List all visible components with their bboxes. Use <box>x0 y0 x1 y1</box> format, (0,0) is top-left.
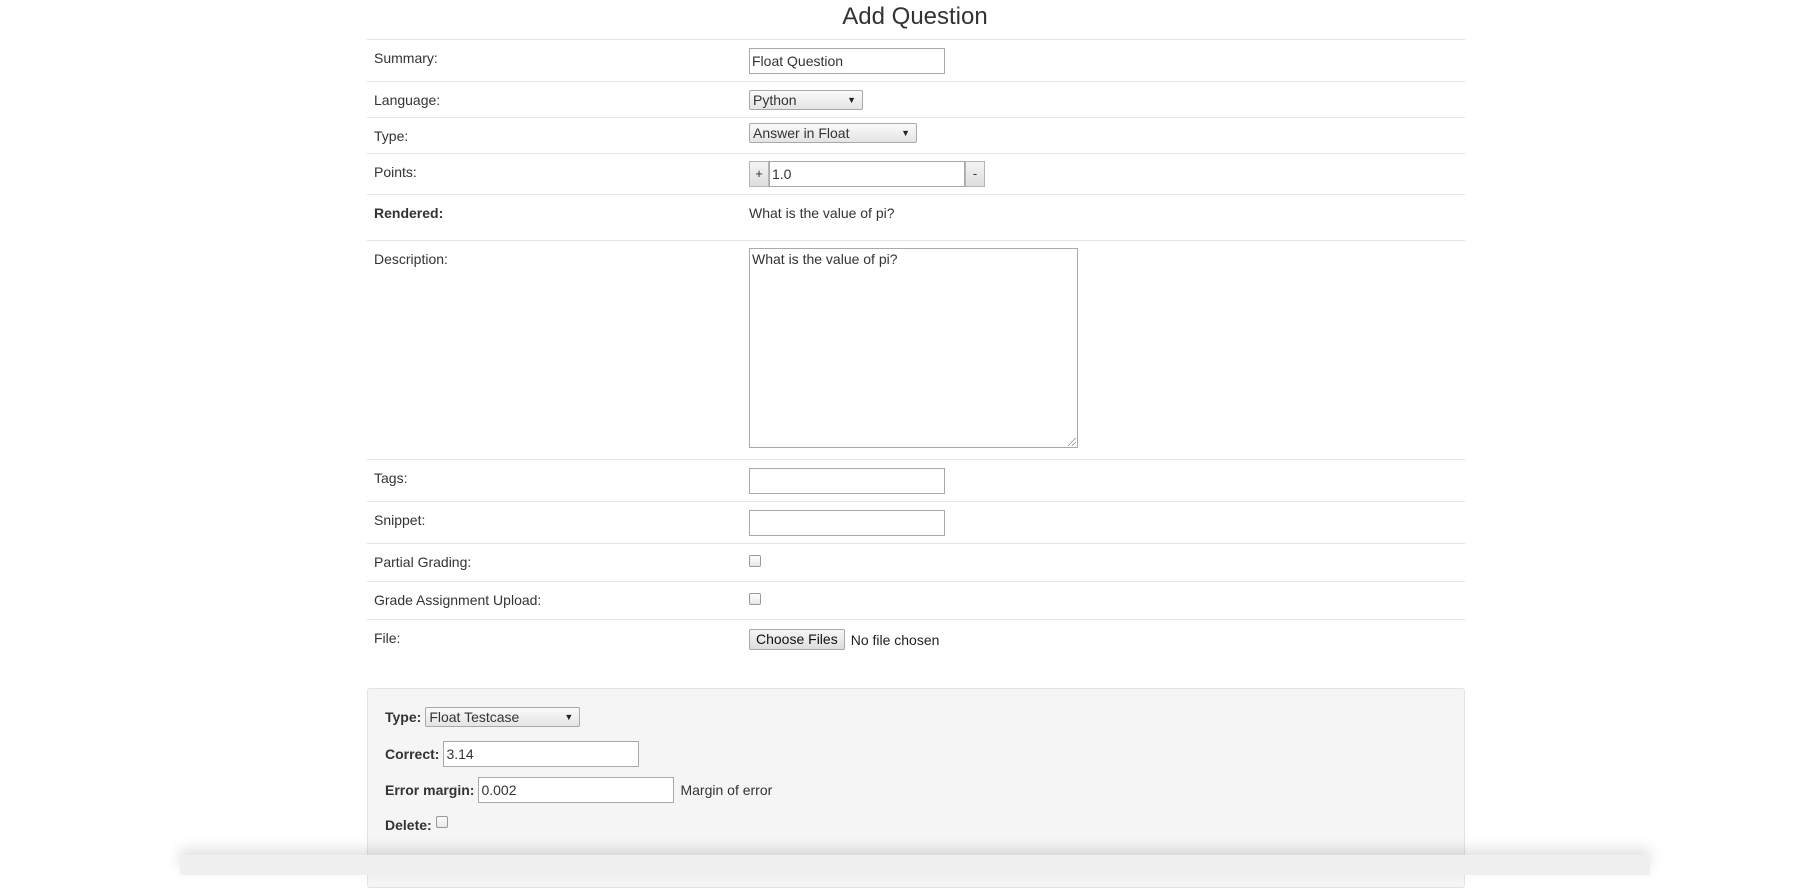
points-label: Points: <box>374 164 417 180</box>
partial-grading-label: Partial Grading: <box>374 554 472 570</box>
testcase-error-margin-row: Error margin: Margin of error <box>385 777 772 803</box>
points-stepper: + - <box>749 161 985 187</box>
points-input[interactable] <box>769 161 965 187</box>
row-language: Language: Python ▼ <box>367 81 1465 117</box>
snippet-label: Snippet: <box>374 512 426 528</box>
row-rendered: Rendered: What is the value of pi? <box>367 194 1465 240</box>
description-label: Description: <box>374 251 448 267</box>
error-margin-help: Margin of error <box>680 782 773 798</box>
delete-checkbox[interactable] <box>435 816 448 828</box>
row-grade-assignment-upload: Grade Assignment Upload: <box>367 581 1465 619</box>
snippet-input[interactable] <box>749 510 945 536</box>
summary-label: Summary: <box>374 50 438 66</box>
tags-label: Tags: <box>374 470 408 486</box>
row-snippet: Snippet: <box>367 501 1465 543</box>
caret-down-icon: ▼ <box>564 712 574 722</box>
question-form: Summary: Language: Python ▼ Type: Answer… <box>367 39 1465 660</box>
correct-input[interactable] <box>443 741 640 767</box>
type-selected: Answer in Float <box>753 125 850 141</box>
description-text: What is the value of pi? <box>752 251 898 267</box>
tags-input[interactable] <box>749 468 945 494</box>
points-increment-button[interactable]: + <box>749 161 769 187</box>
caret-down-icon: ▼ <box>901 128 910 138</box>
row-summary: Summary: <box>367 39 1465 80</box>
testcase-type-selected: Float Testcase <box>429 709 520 725</box>
points-decrement-button[interactable]: - <box>965 161 985 187</box>
delete-label: Delete: <box>385 817 432 833</box>
language-label: Language: <box>374 92 441 108</box>
row-type: Type: Answer in Float ▼ <box>367 117 1465 153</box>
row-partial-grading: Partial Grading: <box>367 543 1465 581</box>
testcase-correct-row: Correct: <box>385 741 640 767</box>
language-selected: Python <box>753 92 797 108</box>
grade-assignment-upload-checkbox[interactable] <box>749 593 761 605</box>
testcase-type-select[interactable]: Float Testcase ▼ <box>425 707 581 727</box>
partial-grading-checkbox[interactable] <box>749 555 761 567</box>
language-select[interactable]: Python ▼ <box>749 90 863 110</box>
row-file: File: Choose Files No file chosen <box>367 619 1465 660</box>
rendered-preview: What is the value of pi? <box>749 205 895 221</box>
file-input: Choose Files No file chosen <box>749 629 939 650</box>
file-status: No file chosen <box>850 631 940 648</box>
testcase-type-label: Type: <box>385 709 422 725</box>
error-margin-label: Error margin: <box>385 782 475 798</box>
rendered-label: Rendered: <box>374 205 444 221</box>
correct-label: Correct: <box>385 746 440 762</box>
row-description: Description: What is the value of pi? <box>367 240 1465 459</box>
caret-down-icon: ▼ <box>847 95 856 105</box>
grade-assignment-upload-label: Grade Assignment Upload: <box>374 592 542 608</box>
error-margin-input[interactable] <box>478 777 675 803</box>
summary-input[interactable] <box>749 48 945 74</box>
description-textarea[interactable]: What is the value of pi? <box>749 248 1078 448</box>
bottom-shadow <box>180 855 1650 875</box>
row-tags: Tags: <box>367 459 1465 501</box>
file-label: File: <box>374 630 401 646</box>
choose-files-button[interactable]: Choose Files <box>749 629 845 650</box>
testcase-delete-row: Delete: <box>385 816 448 833</box>
resize-grip-icon[interactable] <box>1068 438 1076 446</box>
testcase-type-row: Type: Float Testcase ▼ <box>385 707 581 727</box>
type-label: Type: <box>374 128 409 144</box>
row-points: Points: + - <box>367 153 1465 194</box>
page-title: Add Question <box>842 3 988 30</box>
type-select[interactable]: Answer in Float ▼ <box>749 123 917 143</box>
